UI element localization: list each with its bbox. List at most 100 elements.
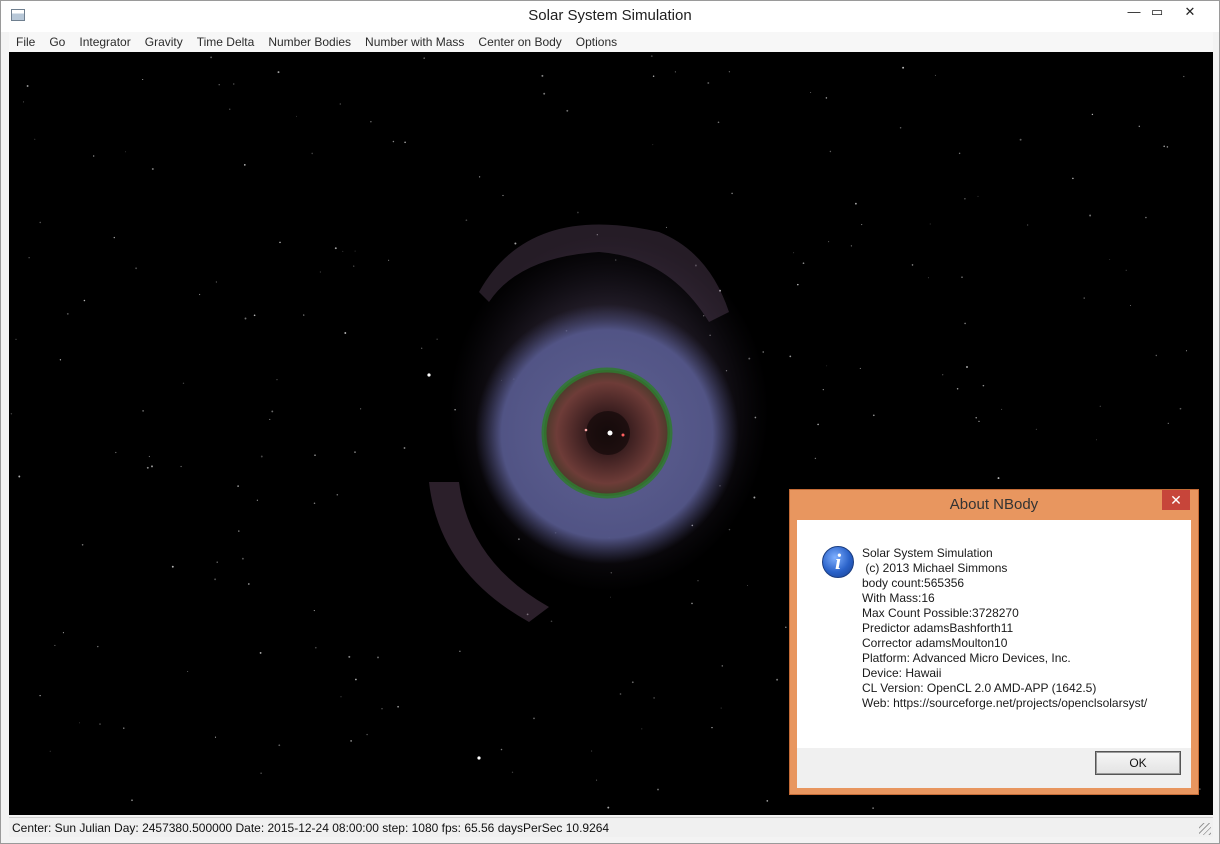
star [296,115,298,117]
star [514,242,517,245]
star [214,578,217,581]
star [241,557,244,560]
star [828,241,830,243]
star [39,694,41,697]
distant-body-2 [477,756,481,760]
star [826,365,828,367]
star [731,192,733,195]
star [354,250,356,252]
star [421,347,423,349]
menu-center-on-body[interactable]: Center on Body [471,32,568,52]
star [229,108,231,110]
star [911,264,914,266]
menu-go[interactable]: Go [42,32,72,52]
star [198,293,201,296]
star [151,465,153,468]
star [956,387,959,390]
star [652,75,655,77]
star [978,420,980,423]
star [964,197,966,200]
star [1109,259,1111,260]
star [313,610,315,612]
star [253,314,256,317]
star [829,150,832,153]
star [210,56,212,59]
star [180,465,182,468]
star [1099,405,1101,407]
star [975,417,977,419]
menu-number-bodies[interactable]: Number Bodies [261,32,358,52]
star [123,727,125,729]
star [66,312,69,315]
sun-body [607,430,613,436]
info-line: Corrector adamsMoulton10 [862,636,1008,650]
star [814,457,817,460]
star [243,164,246,166]
star [62,632,64,634]
star [665,226,667,228]
star [1035,428,1037,430]
close-icon[interactable]: ✕ [1175,1,1205,25]
resize-grip-icon[interactable] [1199,823,1211,835]
star [577,211,579,214]
star [997,477,1000,480]
star [342,250,344,252]
star [785,626,787,628]
dialog-body: i Solar System Simulation (c) 2013 Micha… [797,520,1191,748]
menu-number-with-mass[interactable]: Number with Mass [358,32,471,52]
star [370,121,372,123]
star [1198,788,1201,791]
star [313,502,316,504]
star [314,454,316,456]
star [982,384,985,387]
star [1138,125,1141,128]
star [97,645,99,648]
star [902,66,905,69]
star [872,807,874,809]
star [822,389,824,391]
menu-gravity[interactable]: Gravity [138,32,190,52]
star [187,670,189,672]
dialog-title: About NBody [949,496,1039,513]
star [1183,75,1185,78]
window-title: Solar System Simulation [528,7,692,24]
star [83,299,86,302]
menu-file[interactable]: File [9,32,42,52]
star [721,665,724,667]
star [697,580,699,582]
info-line: CL Version: OpenCL 2.0 AMD-APP (1642.5) [862,681,1097,695]
star [146,466,149,469]
star [392,140,395,143]
star [1091,113,1094,116]
menu-options[interactable]: Options [569,32,624,52]
star [596,779,598,781]
star [511,771,514,773]
star [861,224,863,226]
menu-time-delta[interactable]: Time Delta [190,32,262,52]
menu-integrator[interactable]: Integrator [72,32,137,52]
star [789,355,792,358]
star [278,744,281,747]
info-line: Web: https://sourceforge.net/projects/op… [862,696,1148,710]
star [319,271,321,273]
star [397,705,399,708]
star [336,494,339,496]
star [550,620,553,623]
info-line: (c) 2013 Michael Simmons [862,561,1008,575]
star [215,281,217,283]
ok-button[interactable]: OK [1095,751,1181,775]
menu-bar: File Go Integrator Gravity Time Delta Nu… [9,32,1213,52]
star [859,367,861,369]
star [541,74,544,77]
star [1166,146,1169,148]
title-bar[interactable]: Solar System Simulation — ▭ ✕ [1,1,1219,32]
star [650,55,653,57]
star [810,91,812,94]
star [591,750,593,752]
star [366,733,368,736]
star [977,195,979,197]
dialog-close-icon[interactable]: ✕ [1162,490,1190,510]
maximize-icon[interactable]: ▭ [1142,1,1172,25]
star [1129,304,1131,306]
star [360,408,362,410]
